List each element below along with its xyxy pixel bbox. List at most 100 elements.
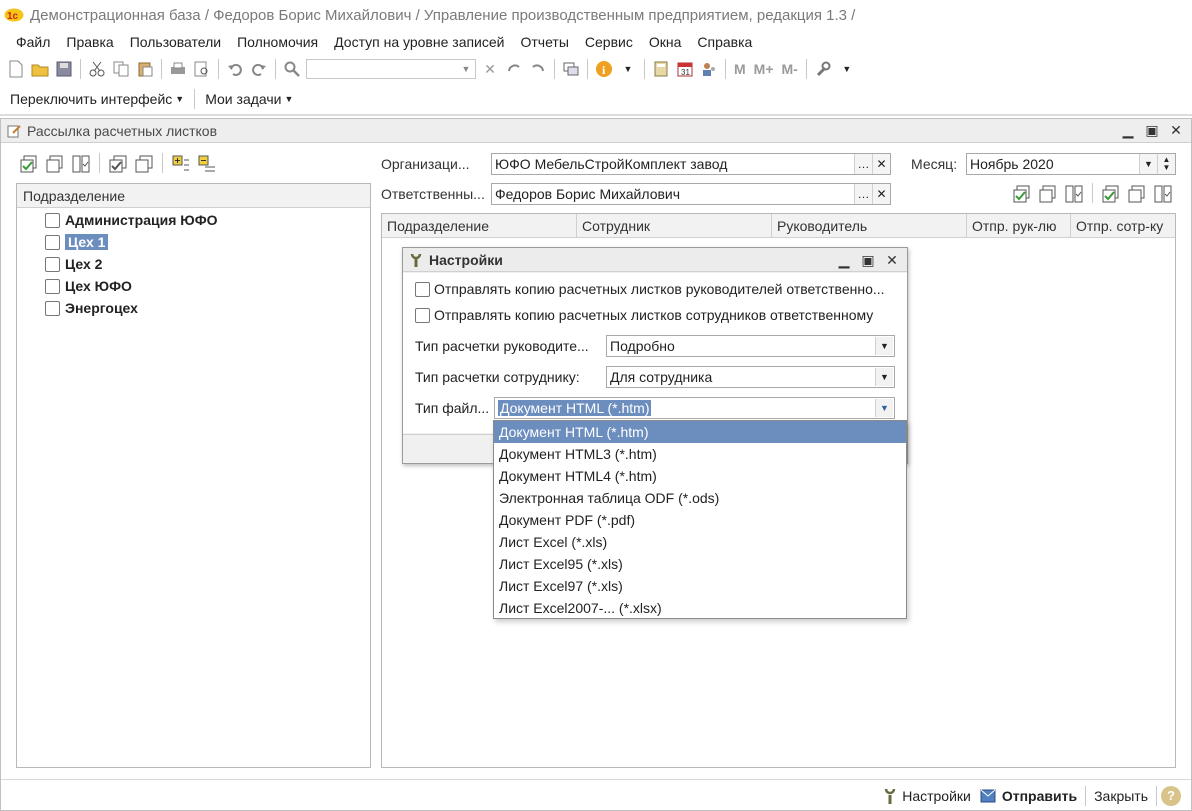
maximize-icon[interactable]: ▣ bbox=[859, 251, 877, 269]
clear-search-icon[interactable]: ✕ bbox=[479, 58, 501, 80]
check-all-icon[interactable] bbox=[18, 153, 40, 175]
copy-managers-option[interactable]: Отправлять копию расчетных листков руков… bbox=[415, 281, 885, 297]
file-type-select[interactable]: Документ HTML (*.htm) ▼ bbox=[494, 397, 895, 419]
tree-item-checkbox[interactable] bbox=[45, 278, 60, 294]
maximize-icon[interactable]: ▣ bbox=[1143, 121, 1161, 139]
dropdown-option[interactable]: Электронная таблица ODF (*.ods) bbox=[494, 487, 906, 509]
save-icon[interactable] bbox=[53, 58, 75, 80]
paste-icon[interactable] bbox=[134, 58, 156, 80]
copy-employees-checkbox[interactable] bbox=[415, 307, 430, 323]
minimize-icon[interactable]: ▁ bbox=[835, 251, 853, 269]
organization-field[interactable]: ЮФО МебельСтройКомплект завод … ✕ bbox=[491, 153, 891, 175]
tree-item-checkbox[interactable] bbox=[45, 212, 60, 228]
menu-windows[interactable]: Окна bbox=[641, 34, 690, 50]
tree-item-checkbox[interactable] bbox=[45, 300, 60, 316]
calendar-icon[interactable]: 31 bbox=[674, 58, 696, 80]
send-button[interactable]: Отправить bbox=[975, 787, 1081, 805]
column-header-manager[interactable]: Руководитель bbox=[772, 214, 967, 237]
chevron-down-icon[interactable]: ▼ bbox=[875, 368, 893, 386]
dropdown-option[interactable]: Лист Excel (*.xls) bbox=[494, 531, 906, 553]
menu-service[interactable]: Сервис bbox=[577, 34, 641, 50]
chevron-down-icon[interactable]: ▼ bbox=[875, 399, 893, 417]
close-button[interactable]: Закрыть bbox=[1090, 788, 1152, 804]
column-header-employee[interactable]: Сотрудник bbox=[577, 214, 772, 237]
check-all-employees-icon[interactable] bbox=[1100, 183, 1122, 205]
windows-icon[interactable] bbox=[560, 58, 582, 80]
memory-minus-button[interactable]: M- bbox=[778, 61, 802, 77]
close-icon[interactable]: ✕ bbox=[1167, 121, 1185, 139]
find-icon[interactable] bbox=[281, 58, 303, 80]
dropdown-option[interactable]: Документ HTML (*.htm) bbox=[494, 421, 906, 443]
dropdown-option[interactable]: Документ PDF (*.pdf) bbox=[494, 509, 906, 531]
open-folder-icon[interactable] bbox=[29, 58, 51, 80]
column-header-department[interactable]: Подразделение bbox=[382, 214, 577, 237]
copy-icon[interactable] bbox=[110, 58, 132, 80]
help-icon[interactable]: ? bbox=[1161, 785, 1181, 806]
dropdown-option[interactable]: Лист Excel97 (*.xls) bbox=[494, 575, 906, 597]
copy-employees-option[interactable]: Отправлять копию расчетных листков сотру… bbox=[415, 307, 873, 323]
uncheck-all-managers-icon[interactable] bbox=[1037, 183, 1059, 205]
menu-file[interactable]: Файл bbox=[8, 34, 58, 50]
invert-managers-icon[interactable] bbox=[1063, 183, 1085, 205]
menu-users[interactable]: Пользователи bbox=[122, 34, 229, 50]
tree-item-checkbox[interactable] bbox=[45, 234, 60, 250]
redo-icon[interactable] bbox=[248, 58, 270, 80]
minimize-icon[interactable]: ▁ bbox=[1119, 121, 1137, 139]
dropdown-option[interactable]: Документ HTML3 (*.htm) bbox=[494, 443, 906, 465]
invert-employees-icon[interactable] bbox=[1152, 183, 1174, 205]
switch-interface-button[interactable]: Переключить интерфейс ▼ bbox=[4, 91, 190, 107]
select-ellipsis-icon[interactable]: … bbox=[854, 184, 872, 204]
my-tasks-button[interactable]: Мои задачи ▼ bbox=[199, 91, 299, 107]
close-icon[interactable]: ✕ bbox=[883, 251, 901, 269]
chevron-down-icon[interactable]: ▼ bbox=[1139, 154, 1157, 174]
manager-payslip-type-select[interactable]: Подробно ▼ bbox=[606, 335, 895, 357]
find-next-icon[interactable] bbox=[503, 58, 525, 80]
tree-item-checkbox[interactable] bbox=[45, 256, 60, 272]
invert-check-icon[interactable] bbox=[70, 153, 92, 175]
chevron-down-icon[interactable]: ▼ bbox=[457, 60, 475, 78]
dropdown-option[interactable]: Лист Excel95 (*.xls) bbox=[494, 553, 906, 575]
column-header-send-manager[interactable]: Отпр. рук-лю bbox=[967, 214, 1071, 237]
month-field[interactable]: Ноябрь 2020 ▼ ▲ ▼ bbox=[966, 153, 1176, 175]
clear-icon[interactable]: ✕ bbox=[872, 154, 890, 174]
info-icon[interactable]: i bbox=[593, 58, 615, 80]
expand-tree-icon[interactable] bbox=[170, 153, 192, 175]
tree-item[interactable]: Администрация ЮФО bbox=[17, 209, 370, 231]
menu-permissions[interactable]: Полномочия bbox=[229, 34, 326, 50]
check-selected-icon[interactable] bbox=[107, 153, 129, 175]
undo-icon[interactable] bbox=[224, 58, 246, 80]
print-icon[interactable] bbox=[167, 58, 189, 80]
settings-button[interactable]: Настройки bbox=[878, 787, 975, 805]
tree-item[interactable]: Цех 2 bbox=[17, 253, 370, 275]
copy-managers-checkbox[interactable] bbox=[415, 281, 430, 297]
calculator-icon[interactable] bbox=[650, 58, 672, 80]
dropdown-option[interactable]: Лист Excel2007-... (*.xlsx) bbox=[494, 597, 906, 619]
column-header-send-employee[interactable]: Отпр. сотр-ку bbox=[1071, 214, 1175, 237]
tree-item[interactable]: Цех 1 bbox=[17, 231, 370, 253]
search-input[interactable]: ▼ bbox=[306, 59, 476, 79]
tree-item[interactable]: Цех ЮФО bbox=[17, 275, 370, 297]
uncheck-all-icon[interactable] bbox=[44, 153, 66, 175]
menu-edit[interactable]: Правка bbox=[58, 34, 121, 50]
memory-button[interactable]: M bbox=[730, 61, 750, 77]
employee-payslip-type-select[interactable]: Для сотрудника ▼ bbox=[606, 366, 895, 388]
print-preview-icon[interactable] bbox=[191, 58, 213, 80]
uncheck-selected-icon[interactable] bbox=[133, 153, 155, 175]
tree-item[interactable]: Энергоцех bbox=[17, 297, 370, 319]
menu-help[interactable]: Справка bbox=[689, 34, 760, 50]
check-all-managers-icon[interactable] bbox=[1011, 183, 1033, 205]
dropdown-option[interactable]: Документ HTML4 (*.htm) bbox=[494, 465, 906, 487]
memory-plus-button[interactable]: M+ bbox=[750, 61, 778, 77]
chevron-down-icon[interactable]: ▼ bbox=[836, 58, 858, 80]
uncheck-all-employees-icon[interactable] bbox=[1126, 183, 1148, 205]
wrench-icon[interactable] bbox=[812, 58, 834, 80]
new-document-icon[interactable] bbox=[5, 58, 27, 80]
collapse-tree-icon[interactable] bbox=[196, 153, 218, 175]
chevron-down-icon[interactable]: ▼ bbox=[617, 58, 639, 80]
cut-icon[interactable] bbox=[86, 58, 108, 80]
clear-icon[interactable]: ✕ bbox=[872, 184, 890, 204]
responsible-field[interactable]: Федоров Борис Михайлович … ✕ bbox=[491, 183, 891, 205]
chevron-down-icon[interactable]: ▼ bbox=[875, 337, 893, 355]
find-prev-icon[interactable] bbox=[527, 58, 549, 80]
menu-record-access[interactable]: Доступ на уровне записей bbox=[326, 34, 512, 50]
